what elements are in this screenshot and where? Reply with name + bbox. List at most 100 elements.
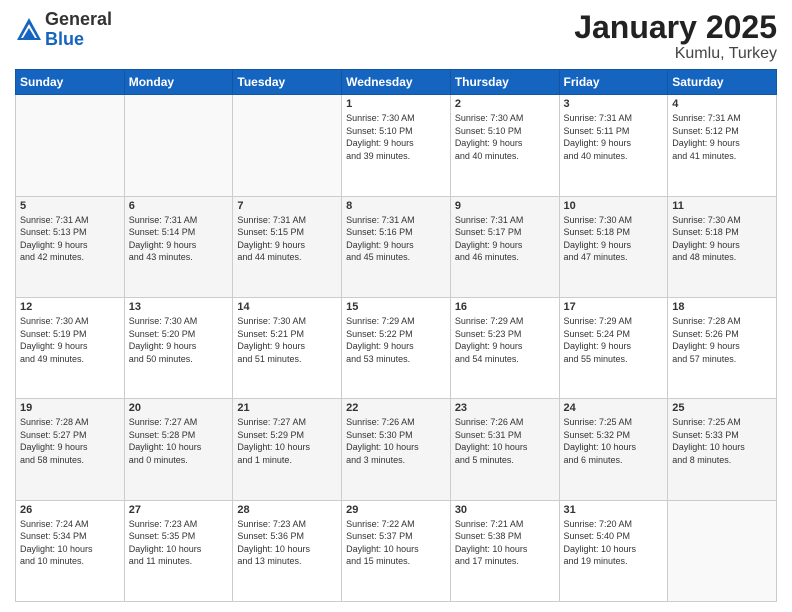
cell-content: Sunrise: 7:25 AM Sunset: 5:32 PM Dayligh…	[564, 416, 664, 466]
calendar-header: SundayMondayTuesdayWednesdayThursdayFrid…	[16, 70, 777, 95]
day-number: 27	[129, 504, 229, 516]
calendar-cell: 15Sunrise: 7:29 AM Sunset: 5:22 PM Dayli…	[342, 297, 451, 398]
calendar-cell: 26 Sunrise: 7:24 AM Sunset: 5:34 PM Dayli…	[16, 500, 125, 601]
calendar-body: 1 Sunrise: 7:30 AM Sunset: 5:10 PM Daylig…	[16, 95, 777, 602]
day-header-tuesday: Tuesday	[233, 70, 342, 95]
day-number: 7	[237, 200, 337, 212]
cell-content: Sunrise: 7:30 AM Sunset: 5:18 PM Dayligh…	[564, 214, 664, 264]
calendar-cell: 14 Sunrise: 7:30 AM Sunset: 5:21 PM Dayli…	[233, 297, 342, 398]
cell-content: Sunrise: 7:24 AM Sunset: 5:34 PM Dayligh…	[20, 518, 120, 568]
cell-content: Sunrise: 7:30 AM Sunset: 5:18 PM Dayligh…	[672, 214, 772, 264]
calendar-cell: 4 Sunrise: 7:31 AM Sunset: 5:12 PM Daylig…	[668, 95, 777, 196]
logo-general-text: General	[45, 10, 112, 30]
cell-content: Sunrise: 7:30 AM Sunset: 5:20 PM Dayligh…	[129, 315, 229, 365]
calendar-cell: 19 Sunrise: 7:28 AM Sunset: 5:27 PM Dayli…	[16, 399, 125, 500]
cell-content: Sunrise: 7:27 AM Sunset: 5:28 PM Dayligh…	[129, 416, 229, 466]
day-header-wednesday: Wednesday	[342, 70, 451, 95]
cell-content: Sunrise: 7:26 AM Sunset: 5:30 PM Dayligh…	[346, 416, 446, 466]
day-number: 26	[20, 504, 120, 516]
day-number: 22	[346, 402, 446, 414]
cell-content: Sunrise: 7:30 AM Sunset: 5:21 PM Dayligh…	[237, 315, 337, 365]
calendar-cell	[668, 500, 777, 601]
calendar-cell: 9Sunrise: 7:31 AM Sunset: 5:17 PM Daylig…	[450, 196, 559, 297]
day-number: 9	[455, 200, 555, 212]
cell-content: Sunrise: 7:21 AM Sunset: 5:38 PM Dayligh…	[455, 518, 555, 568]
logo-icon	[15, 16, 43, 44]
cell-content: Sunrise: 7:27 AM Sunset: 5:29 PM Dayligh…	[237, 416, 337, 466]
calendar-cell: 31 Sunrise: 7:20 AM Sunset: 5:40 PM Dayli…	[559, 500, 668, 601]
calendar-cell: 2 Sunrise: 7:30 AM Sunset: 5:10 PM Daylig…	[450, 95, 559, 196]
day-number: 29	[346, 504, 446, 516]
week-row-3: 12 Sunrise: 7:30 AM Sunset: 5:19 PM Dayli…	[16, 297, 777, 398]
cell-content: Sunrise: 7:29 AM Sunset: 5:24 PM Dayligh…	[564, 315, 664, 365]
week-row-5: 26 Sunrise: 7:24 AM Sunset: 5:34 PM Dayli…	[16, 500, 777, 601]
cell-content: Sunrise: 7:25 AM Sunset: 5:33 PM Dayligh…	[672, 416, 772, 466]
day-number: 11	[672, 200, 772, 212]
day-number: 21	[237, 402, 337, 414]
calendar-cell: 30 Sunrise: 7:21 AM Sunset: 5:38 PM Dayli…	[450, 500, 559, 601]
day-number: 14	[237, 301, 337, 313]
cell-content: Sunrise: 7:20 AM Sunset: 5:40 PM Dayligh…	[564, 518, 664, 568]
day-number: 23	[455, 402, 555, 414]
title-area: January 2025 Kumlu, Turkey	[574, 10, 777, 63]
day-header-thursday: Thursday	[450, 70, 559, 95]
day-number: 8	[346, 200, 446, 212]
calendar-cell: 10Sunrise: 7:30 AM Sunset: 5:18 PM Dayli…	[559, 196, 668, 297]
calendar-cell: 1 Sunrise: 7:30 AM Sunset: 5:10 PM Daylig…	[342, 95, 451, 196]
cell-content: Sunrise: 7:23 AM Sunset: 5:35 PM Dayligh…	[129, 518, 229, 568]
cell-content: Sunrise: 7:31 AM Sunset: 5:11 PM Dayligh…	[564, 112, 664, 162]
cell-content: Sunrise: 7:28 AM Sunset: 5:27 PM Dayligh…	[20, 416, 120, 466]
cell-content: Sunrise: 7:31 AM Sunset: 5:13 PM Dayligh…	[20, 214, 120, 264]
week-row-1: 1 Sunrise: 7:30 AM Sunset: 5:10 PM Daylig…	[16, 95, 777, 196]
page-title: January 2025	[574, 10, 777, 45]
cell-content: Sunrise: 7:30 AM Sunset: 5:10 PM Dayligh…	[455, 112, 555, 162]
calendar-cell: 28Sunrise: 7:23 AM Sunset: 5:36 PM Dayli…	[233, 500, 342, 601]
calendar-cell: 20Sunrise: 7:27 AM Sunset: 5:28 PM Dayli…	[124, 399, 233, 500]
calendar-cell	[124, 95, 233, 196]
cell-content: Sunrise: 7:31 AM Sunset: 5:16 PM Dayligh…	[346, 214, 446, 264]
cell-content: Sunrise: 7:30 AM Sunset: 5:19 PM Dayligh…	[20, 315, 120, 365]
calendar-cell: 16 Sunrise: 7:29 AM Sunset: 5:23 PM Dayli…	[450, 297, 559, 398]
cell-content: Sunrise: 7:26 AM Sunset: 5:31 PM Dayligh…	[455, 416, 555, 466]
calendar-cell: 25 Sunrise: 7:25 AM Sunset: 5:33 PM Dayli…	[668, 399, 777, 500]
day-header-saturday: Saturday	[668, 70, 777, 95]
cell-content: Sunrise: 7:30 AM Sunset: 5:10 PM Dayligh…	[346, 112, 446, 162]
logo-text: General Blue	[45, 10, 112, 50]
day-header-friday: Friday	[559, 70, 668, 95]
cell-content: Sunrise: 7:29 AM Sunset: 5:23 PM Dayligh…	[455, 315, 555, 365]
cell-content: Sunrise: 7:29 AM Sunset: 5:22 PM Dayligh…	[346, 315, 446, 365]
calendar-cell: 24 Sunrise: 7:25 AM Sunset: 5:32 PM Dayli…	[559, 399, 668, 500]
logo: General Blue	[15, 10, 112, 50]
day-number: 13	[129, 301, 229, 313]
day-number: 4	[672, 98, 772, 110]
day-number: 24	[564, 402, 664, 414]
day-number: 3	[564, 98, 664, 110]
calendar-cell: 5Sunrise: 7:31 AM Sunset: 5:13 PM Daylig…	[16, 196, 125, 297]
week-row-4: 19 Sunrise: 7:28 AM Sunset: 5:27 PM Dayli…	[16, 399, 777, 500]
cell-content: Sunrise: 7:31 AM Sunset: 5:15 PM Dayligh…	[237, 214, 337, 264]
logo-blue-text: Blue	[45, 30, 112, 50]
day-number: 1	[346, 98, 446, 110]
calendar-cell	[233, 95, 342, 196]
day-number: 2	[455, 98, 555, 110]
calendar-cell: 11 Sunrise: 7:30 AM Sunset: 5:18 PM Dayli…	[668, 196, 777, 297]
cell-content: Sunrise: 7:31 AM Sunset: 5:12 PM Dayligh…	[672, 112, 772, 162]
cell-content: Sunrise: 7:22 AM Sunset: 5:37 PM Dayligh…	[346, 518, 446, 568]
day-number: 31	[564, 504, 664, 516]
calendar-cell: 17Sunrise: 7:29 AM Sunset: 5:24 PM Dayli…	[559, 297, 668, 398]
calendar: SundayMondayTuesdayWednesdayThursdayFrid…	[15, 69, 777, 602]
day-number: 30	[455, 504, 555, 516]
day-number: 25	[672, 402, 772, 414]
day-number: 16	[455, 301, 555, 313]
day-number: 12	[20, 301, 120, 313]
page-subtitle: Kumlu, Turkey	[574, 45, 777, 63]
day-header-monday: Monday	[124, 70, 233, 95]
calendar-cell: 8 Sunrise: 7:31 AM Sunset: 5:16 PM Daylig…	[342, 196, 451, 297]
day-number: 18	[672, 301, 772, 313]
day-header-sunday: Sunday	[16, 70, 125, 95]
day-number: 6	[129, 200, 229, 212]
calendar-cell	[16, 95, 125, 196]
header: General Blue January 2025 Kumlu, Turkey	[15, 10, 777, 63]
calendar-cell: 21 Sunrise: 7:27 AM Sunset: 5:29 PM Dayli…	[233, 399, 342, 500]
day-number: 19	[20, 402, 120, 414]
